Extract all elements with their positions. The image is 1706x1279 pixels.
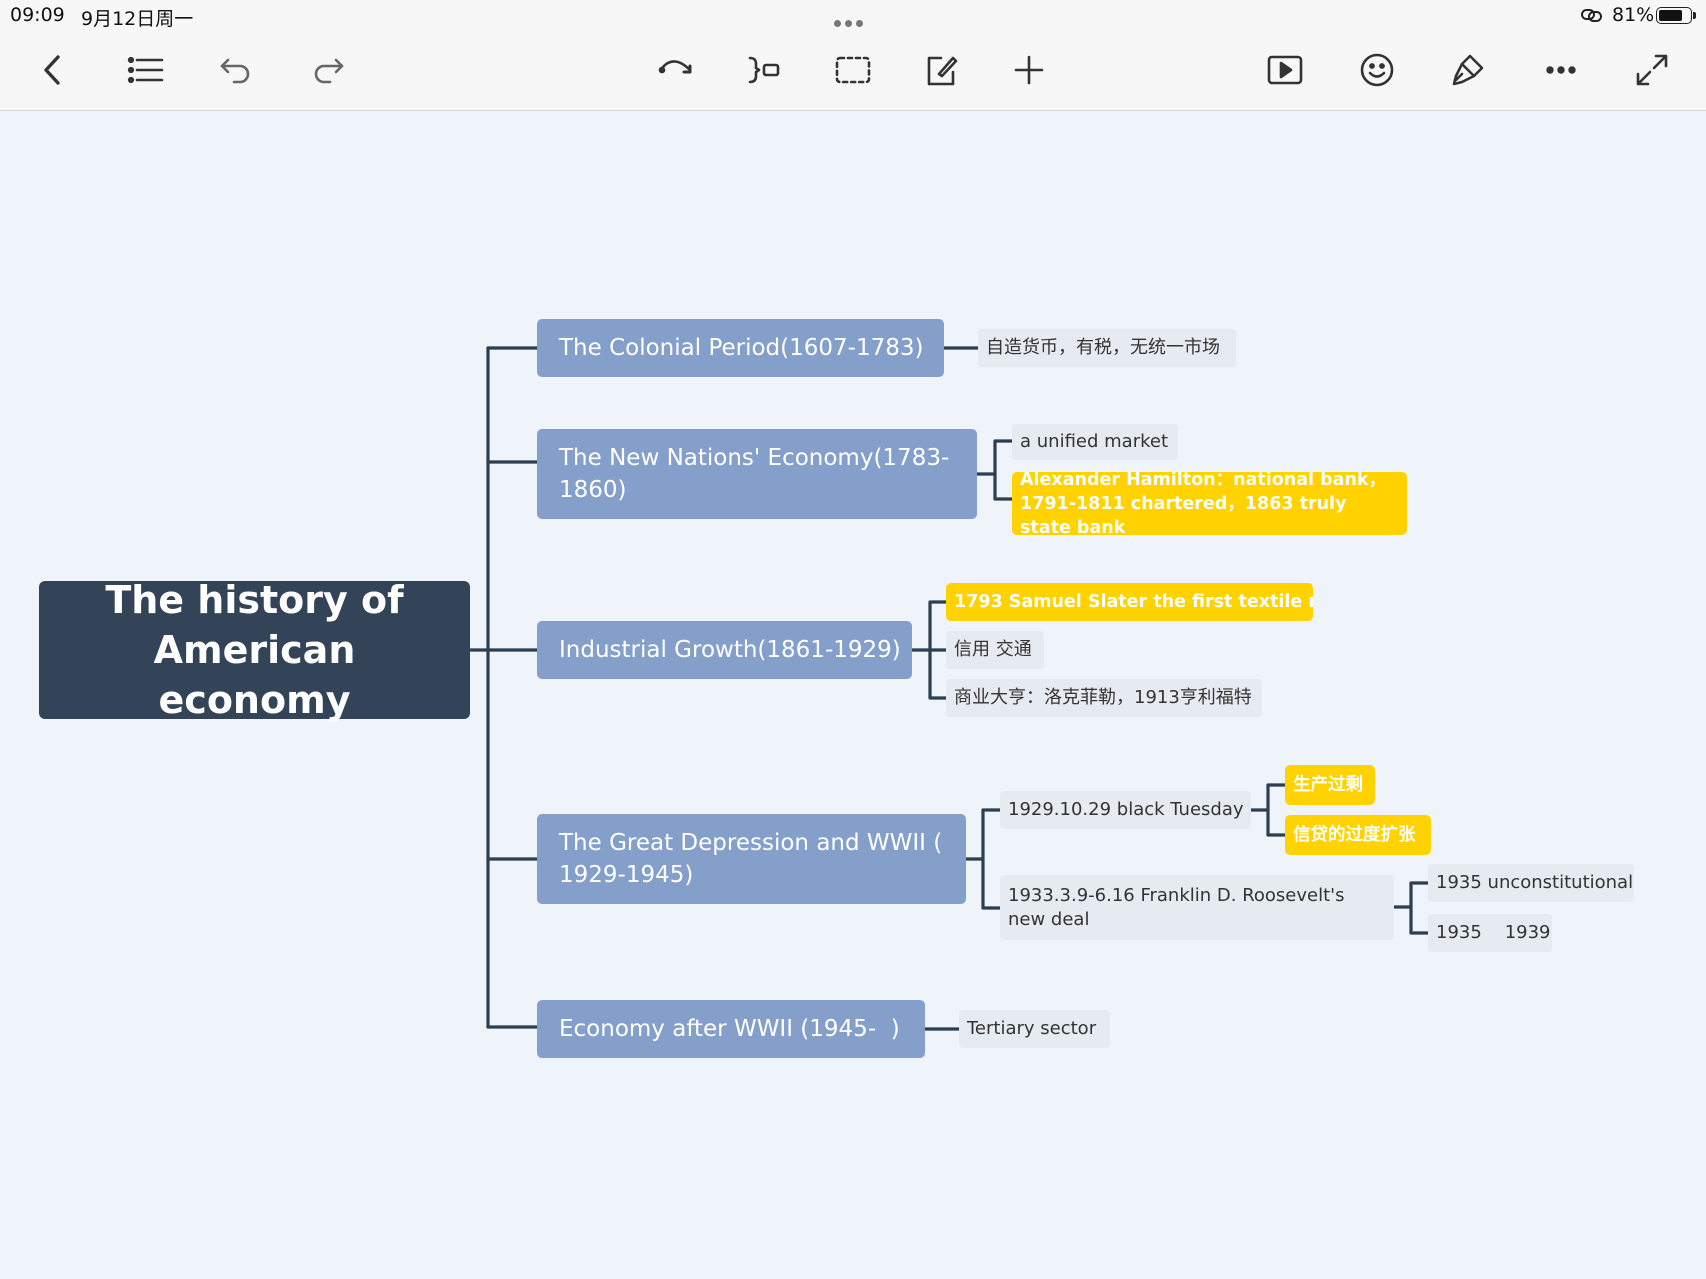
subtopic-label: a unified market — [1020, 431, 1169, 452]
main-topic-industrial[interactable]: Industrial Growth(1861-1929) — [537, 621, 912, 679]
subtopic[interactable]: Tertiary sector — [959, 1010, 1110, 1048]
relationship-button[interactable] — [654, 48, 698, 92]
present-button[interactable] — [1263, 48, 1307, 92]
subtopic-black-tuesday[interactable]: 1929.10.29 black Tuesday — [1000, 791, 1251, 829]
subtopic[interactable]: a unified market — [1012, 424, 1178, 460]
multitask-handle[interactable] — [834, 10, 867, 32]
subtopic-label: 1929.10.29 black Tuesday — [1008, 799, 1244, 820]
toolbar — [0, 30, 1706, 111]
main-topic-label: The Colonial Period(1607-1783) — [559, 335, 924, 361]
relationship-icon — [658, 60, 692, 74]
status-bar: 09:09 9月12日周一 81% — [0, 0, 1706, 30]
subtopic[interactable]: 信用 交通 — [946, 631, 1044, 669]
main-topic-great-depression[interactable]: The Great Depression and WWII ( 1929-194… — [537, 814, 966, 904]
redo-icon — [314, 58, 344, 84]
add-icon — [1014, 55, 1044, 85]
subtopic-label: 自造货币，有税，无统一市场 — [986, 337, 1220, 358]
back-icon — [44, 55, 60, 85]
undo-button[interactable] — [214, 48, 258, 92]
status-date: 9月12日周一 — [81, 8, 194, 30]
battery-percentage: 81% — [1612, 4, 1655, 26]
undo-icon — [220, 58, 250, 84]
root-topic[interactable]: The history of American economy — [39, 578, 470, 722]
highlight-topic-label: Alexander Hamilton：national bank，1791-18… — [1020, 472, 1387, 535]
main-topic-colonial[interactable]: The Colonial Period(1607-1783) — [537, 319, 944, 377]
subtopic-label: 商业大亨：洛克菲勒，1913亨利福特 — [954, 687, 1252, 708]
main-topic-new-nations[interactable]: The New Nations' Economy(1783-1860) — [537, 429, 977, 519]
boundary-button[interactable] — [831, 48, 875, 92]
subtopic[interactable]: 商业大亨：洛克菲勒，1913亨利福特 — [946, 679, 1262, 717]
outline-button[interactable] — [123, 48, 167, 92]
note-button[interactable] — [919, 48, 963, 92]
main-topic-label: Industrial Growth(1861-1929) — [559, 637, 901, 663]
highlight-topic[interactable]: 1793 Samuel Slater the first textile mil… — [946, 583, 1313, 621]
root-topic-label: The history of American economy — [105, 578, 404, 722]
link-icon — [1581, 9, 1602, 22]
summary-icon — [748, 56, 780, 84]
outline-list-icon — [127, 56, 164, 84]
subtopic-new-deal[interactable]: 1933.3.9-6.16 Franklin D. Roosevelt's ne… — [1000, 875, 1394, 940]
mindmap-canvas[interactable]: The history of American economy The Colo… — [0, 111, 1706, 1279]
more-button[interactable] — [1539, 48, 1583, 92]
main-topic-label: Economy after WWII (1945- ) — [559, 1016, 900, 1042]
highlight-topic-label: 生产过剩 — [1293, 775, 1363, 795]
highlight-topic[interactable]: 信贷的过度扩张 — [1285, 815, 1431, 855]
highlight-topic[interactable]: 生产过剩 — [1285, 765, 1375, 805]
battery-icon — [1656, 7, 1696, 24]
status-time: 09:09 — [10, 4, 65, 26]
subtopic-label: 信用 交通 — [954, 639, 1032, 660]
subtopic-label: 1935 1939 — [1436, 922, 1551, 943]
summary-button[interactable] — [742, 48, 786, 92]
emoji-icon — [1360, 53, 1394, 87]
redo-button[interactable] — [306, 48, 350, 92]
main-topic-label: The New Nations' Economy(1783-1860) — [559, 445, 950, 503]
fullscreen-icon — [1636, 54, 1668, 86]
subtopic-label: 1935 unconstitutional — [1436, 872, 1634, 893]
subtopic-label: 1933.3.9-6.16 Franklin D. Roosevelt's ne… — [1008, 884, 1345, 930]
main-topic-after-wwii[interactable]: Economy after WWII (1945- ) — [537, 1000, 925, 1058]
present-icon — [1267, 55, 1303, 85]
main-topic-label: The Great Depression and WWII ( 1929-194… — [559, 830, 943, 888]
subtopic-label: Tertiary sector — [967, 1018, 1097, 1039]
back-button[interactable] — [31, 48, 75, 92]
highlight-topic[interactable]: Alexander Hamilton：national bank，1791-18… — [1012, 472, 1407, 535]
fullscreen-button[interactable] — [1630, 48, 1674, 92]
add-topic-button[interactable] — [1007, 48, 1051, 92]
format-button[interactable] — [1446, 48, 1490, 92]
highlight-topic-label: 信贷的过度扩张 — [1293, 825, 1416, 845]
sticker-button[interactable] — [1355, 48, 1399, 92]
boundary-icon — [835, 56, 871, 84]
subtopic[interactable]: 自造货币，有税，无统一市场 — [978, 329, 1236, 367]
note-icon — [927, 56, 958, 86]
highlight-topic-label: 1793 Samuel Slater the first textile mil… — [954, 592, 1313, 612]
more-icon — [1546, 66, 1576, 74]
format-brush-icon — [1452, 54, 1484, 86]
subtopic[interactable]: 1935 unconstitutional — [1428, 864, 1634, 902]
subtopic[interactable]: 1935 1939 — [1428, 914, 1552, 952]
